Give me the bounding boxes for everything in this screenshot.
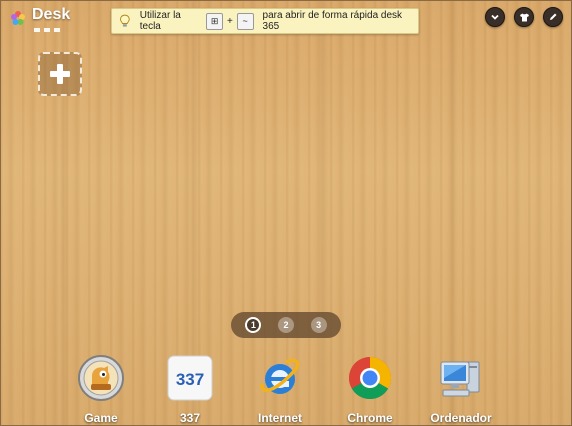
internet-explorer-icon <box>260 358 300 394</box>
337-icon: 337 <box>167 355 213 401</box>
tip-text-before: Utilizar la tecla <box>139 10 181 32</box>
page-indicator: 1 2 3 <box>231 312 341 338</box>
theme-button[interactable] <box>514 7 534 27</box>
dock-item-chrome[interactable]: Chrome <box>330 354 410 425</box>
tilde-key: ~ <box>236 12 254 30</box>
page-dot-3[interactable]: 3 <box>310 317 327 333</box>
edit-button[interactable] <box>543 7 563 27</box>
dock-item-337[interactable]: 337 337 <box>150 354 230 425</box>
dock-label-337: 337 <box>179 411 201 425</box>
page-dot-1[interactable]: 1 <box>245 317 262 333</box>
page-dot-2[interactable]: 2 <box>277 317 294 333</box>
svg-text:337: 337 <box>176 370 204 389</box>
plus-icon <box>50 64 70 84</box>
computer-icon <box>440 361 480 397</box>
add-widget-button[interactable] <box>38 52 82 96</box>
title-underline <box>34 28 62 32</box>
shirt-icon <box>519 13 529 21</box>
chrome-icon <box>348 357 392 400</box>
dock-label-chrome: Chrome <box>347 411 393 425</box>
dock-item-ordenador[interactable]: Ordenador <box>421 354 501 425</box>
dock-label-internet: Internet <box>257 411 302 425</box>
game-icon <box>78 355 124 401</box>
app-title: Desk <box>32 6 71 23</box>
dock-label-ordenador: Ordenador <box>430 411 492 425</box>
tip-plus: + <box>227 15 233 27</box>
chevron-down-icon <box>491 14 499 20</box>
tip-text-after: para abrir de forma rápida desk 365 <box>262 10 403 32</box>
lightbulb-icon <box>119 14 130 27</box>
dock-label-game: Game <box>84 411 118 425</box>
shortcut-tip: Utilizar la tecla ⊞ + ~ para abrir de fo… <box>111 8 419 34</box>
desk-logo-icon <box>11 11 25 25</box>
menu-button[interactable] <box>485 7 505 27</box>
pencil-icon <box>550 13 557 20</box>
dock-item-game[interactable]: Game <box>61 354 141 425</box>
windows-key-icon: ⊞ <box>206 12 223 30</box>
dock-item-internet[interactable]: Internet <box>240 354 320 425</box>
